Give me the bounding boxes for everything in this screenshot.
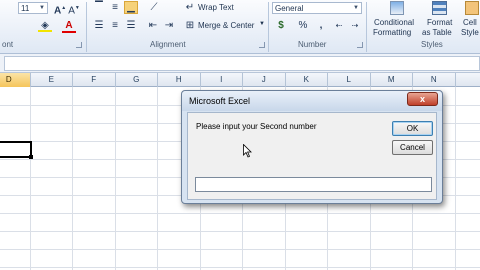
- merge-center-button[interactable]: Merge & Center: [198, 21, 254, 30]
- cell-styles-label-2: Style: [461, 28, 479, 37]
- dialog-titlebar[interactable]: Microsoft Excel x: [182, 91, 442, 111]
- number-dialog-launcher-icon[interactable]: [357, 42, 363, 48]
- cell-styles-button[interactable]: Cell Style: [460, 0, 480, 40]
- grid-line: [0, 267, 480, 268]
- dialog-body: Please input your Second number OK Cance…: [187, 112, 437, 200]
- currency-format-button[interactable]: $: [274, 20, 288, 32]
- grid-line: [157, 87, 158, 270]
- column-header-g[interactable]: G: [116, 73, 158, 87]
- close-button[interactable]: x: [407, 92, 438, 106]
- column-header-d[interactable]: D: [0, 73, 31, 87]
- grid-line: [0, 213, 480, 214]
- active-cell[interactable]: [0, 141, 32, 158]
- chevron-down-icon: ▼: [39, 5, 45, 11]
- grid-line: [114, 87, 116, 270]
- input-dialog: Microsoft Excel x Please input your Seco…: [181, 90, 443, 204]
- ok-button[interactable]: OK: [392, 121, 433, 136]
- column-header-h[interactable]: H: [158, 73, 201, 87]
- fill-color-icon[interactable]: ◈: [38, 20, 52, 32]
- column-header-i[interactable]: I: [201, 73, 243, 87]
- font-size-combo[interactable]: 11 ▼: [18, 2, 48, 14]
- column-header-l[interactable]: L: [328, 73, 371, 87]
- wrap-text-button[interactable]: Wrap Text: [198, 3, 234, 12]
- number-group-label: Number: [298, 40, 327, 49]
- formula-bar: [0, 54, 480, 73]
- increase-indent-icon[interactable]: ⇥: [162, 20, 176, 32]
- decrease-indent-icon[interactable]: ⇤: [146, 20, 160, 32]
- merge-center-icon: ⊞: [185, 20, 195, 31]
- alignment-dialog-launcher-icon[interactable]: [259, 42, 265, 48]
- number-format-combo[interactable]: General ▼: [272, 2, 362, 14]
- format-as-table-label-1: Format: [427, 18, 453, 27]
- column-header-e[interactable]: E: [31, 73, 73, 87]
- group-separator: [268, 2, 269, 52]
- column-header-j[interactable]: J: [243, 73, 286, 87]
- column-header-f[interactable]: F: [73, 73, 116, 87]
- close-icon: x: [419, 94, 425, 104]
- font-size-value: 11: [21, 4, 30, 13]
- dialog-input[interactable]: [195, 177, 432, 192]
- format-as-table-button[interactable]: Format as Table: [422, 0, 458, 40]
- conditional-formatting-label-1: Conditional: [374, 18, 415, 27]
- grid-line: [454, 87, 456, 270]
- chevron-down-icon[interactable]: ▼: [259, 21, 265, 27]
- increase-decimal-icon[interactable]: ⇠: [332, 20, 346, 32]
- font-group-label: ont: [2, 40, 14, 49]
- align-left-icon[interactable]: ☰: [92, 20, 106, 32]
- grow-font-icon[interactable]: A▲: [54, 2, 66, 17]
- align-right-icon[interactable]: ☰: [124, 20, 138, 32]
- formula-input[interactable]: [4, 56, 480, 71]
- column-header-k[interactable]: K: [286, 73, 328, 87]
- align-middle-icon[interactable]: ≡: [108, 2, 122, 14]
- cancel-button[interactable]: Cancel: [392, 140, 433, 155]
- wrap-text-icon: ↵: [185, 2, 195, 13]
- mouse-pointer-icon: [243, 144, 252, 158]
- grid-line: [72, 87, 73, 270]
- shrink-font-icon[interactable]: A▼: [68, 2, 80, 17]
- cell-styles-label-1: Cell: [463, 18, 477, 27]
- percent-style-button[interactable]: %: [296, 20, 310, 32]
- column-header-m[interactable]: M: [371, 73, 413, 87]
- grid-line: [29, 87, 31, 270]
- format-as-table-label-2: as Table: [422, 28, 452, 37]
- conditional-formatting-button[interactable]: Conditional Formatting: [370, 0, 422, 40]
- group-separator: [86, 2, 87, 52]
- align-center-icon[interactable]: ≡: [108, 20, 122, 32]
- conditional-formatting-label-2: Formatting: [373, 28, 412, 37]
- ribbon: 11 ▼ A▲ A▼ ◈ A ont ▔ ≡ ▁ ⟋ ☰ ≡ ☰ ⇤ ⇥ ↵ W…: [0, 0, 480, 54]
- chevron-down-icon: ▼: [353, 5, 359, 11]
- orientation-icon[interactable]: ⟋: [146, 2, 162, 14]
- column-headers: DEFGHIJKLMN: [0, 73, 480, 87]
- cell-styles-icon: [465, 1, 479, 15]
- align-bottom-icon[interactable]: ▁: [124, 1, 138, 14]
- font-dialog-launcher-icon[interactable]: [76, 42, 82, 48]
- grid-line: [0, 231, 480, 232]
- number-format-value: General: [275, 4, 304, 13]
- conditional-formatting-icon: [390, 1, 404, 15]
- decrease-decimal-icon[interactable]: ⇢: [348, 20, 362, 32]
- dialog-prompt: Please input your Second number: [196, 122, 317, 131]
- grid-line: [0, 249, 480, 250]
- font-color-icon[interactable]: A: [62, 20, 76, 33]
- alignment-group-label: Alignment: [150, 40, 186, 49]
- column-header-n[interactable]: N: [413, 73, 456, 87]
- group-separator: [366, 2, 367, 52]
- comma-style-button[interactable]: ,: [314, 20, 328, 32]
- align-top-icon[interactable]: ▔: [92, 2, 106, 14]
- table-icon: [432, 1, 447, 15]
- styles-group-label: Styles: [421, 40, 443, 49]
- dialog-title: Microsoft Excel: [189, 96, 251, 106]
- fill-handle[interactable]: [29, 155, 33, 159]
